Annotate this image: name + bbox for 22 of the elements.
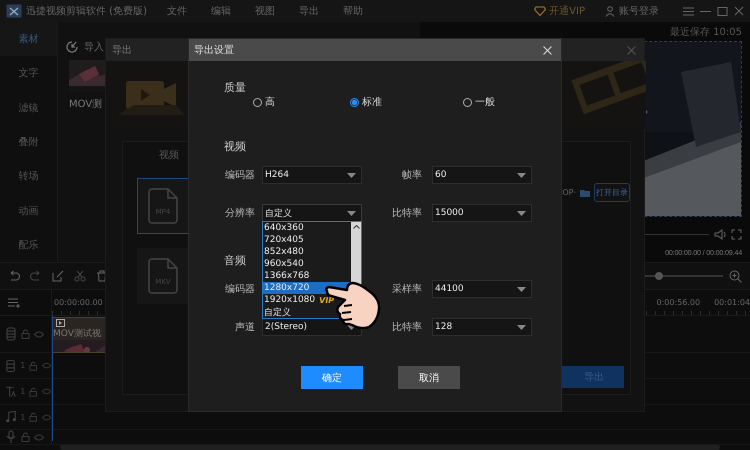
- ruler-label: 00:00:00.00: [54, 298, 103, 307]
- path-text: OP·: [562, 188, 576, 197]
- field-label: 编码器: [224, 282, 255, 296]
- last-saved-text: 最近保存 10:05: [670, 26, 742, 39]
- media-label: MOV测: [69, 98, 102, 111]
- clip-label: MOV测试视: [53, 328, 101, 340]
- field-label: 比特率: [391, 206, 422, 220]
- section-label: 音频: [224, 253, 246, 269]
- field-label: 帧率: [401, 168, 422, 182]
- field-label: 分辨率: [224, 206, 255, 220]
- dialog-title: 导出设置: [194, 44, 234, 57]
- ruler-label: 00:01:04: [714, 298, 750, 307]
- section-label: 视频: [224, 139, 246, 155]
- field-label: 声道: [234, 320, 255, 334]
- dialog-title: 导出: [112, 44, 132, 57]
- app-title: 迅捷视频剪辑软件 (免费版): [26, 4, 147, 18]
- field-label: 编码器: [224, 168, 255, 182]
- ruler-label: 0:00:56.00: [656, 298, 700, 307]
- vip-label: VIP: [319, 296, 334, 304]
- section-label: 质量: [224, 80, 246, 96]
- field-label: 采样率: [391, 282, 422, 296]
- field-label: 比特率: [391, 320, 422, 334]
